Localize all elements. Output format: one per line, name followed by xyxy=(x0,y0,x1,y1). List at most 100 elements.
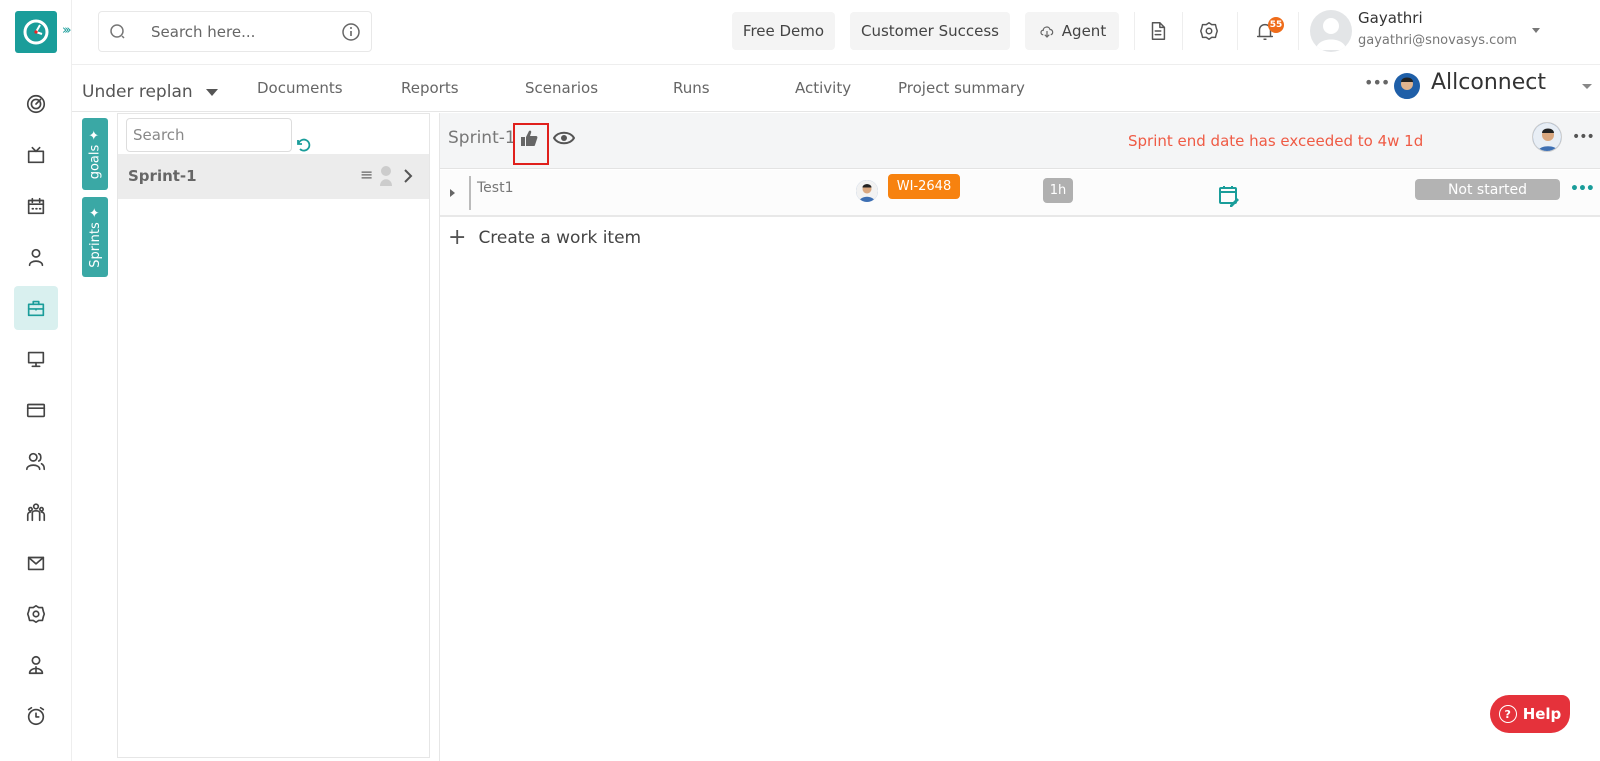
alarm-clock-icon xyxy=(27,706,45,726)
global-search-input[interactable]: Search here... xyxy=(98,11,372,52)
person-photo-icon xyxy=(1397,77,1417,99)
goals-text: goals xyxy=(87,144,103,179)
sprints-text: Sprints xyxy=(87,221,103,268)
user-icon xyxy=(28,248,44,267)
tab-activity[interactable]: Activity xyxy=(795,79,851,97)
search-placeholder: Search here... xyxy=(151,23,256,41)
project-subnav: Under replan Documents Reports Scenarios… xyxy=(72,65,1600,112)
work-item-divider xyxy=(469,176,471,210)
nav-mail[interactable] xyxy=(14,541,58,585)
sprint-owner-avatar[interactable] xyxy=(1532,122,1562,152)
tab-project-summary[interactable]: Project summary xyxy=(898,79,1025,97)
tab-scenarios[interactable]: Scenarios xyxy=(525,79,598,97)
expand-triangle-icon[interactable] xyxy=(450,189,455,197)
customer-success-button[interactable]: Customer Success xyxy=(850,12,1010,50)
person-photo-icon xyxy=(1533,123,1561,151)
tab-reports[interactable]: Reports xyxy=(401,79,459,97)
agent-button[interactable]: Agent xyxy=(1025,12,1119,50)
sprints-label: Sprints ✦ xyxy=(87,206,103,268)
nav-projects[interactable] xyxy=(14,286,58,330)
create-work-item-button[interactable]: + Create a work item xyxy=(448,227,641,249)
free-demo-button[interactable]: Free Demo xyxy=(732,12,835,50)
eye-icon[interactable] xyxy=(553,130,575,146)
create-work-item-label: Create a work item xyxy=(478,228,642,248)
work-item-row[interactable]: Test1 WI-2648 1h Not started ••• xyxy=(440,170,1600,217)
sprint-list-panel: Search Sprint-1 ≡ xyxy=(117,113,430,758)
free-demo-label: Free Demo xyxy=(742,22,825,40)
documents-button[interactable] xyxy=(1145,18,1171,44)
settings-button[interactable] xyxy=(1196,18,1222,44)
nav-employee[interactable] xyxy=(14,643,58,687)
nav-calendar[interactable] xyxy=(14,184,58,228)
assignee-placeholder-icon[interactable] xyxy=(376,164,396,186)
document-icon xyxy=(1151,22,1166,40)
nav-live[interactable] xyxy=(14,133,58,177)
goals-label: goals ✦ xyxy=(87,129,103,179)
top-header: Search here... Free Demo Customer Succes… xyxy=(72,0,1600,65)
user-name: Gayathri xyxy=(1358,9,1423,27)
nav-payments[interactable] xyxy=(14,388,58,432)
work-item-title[interactable]: Test1 xyxy=(477,180,513,196)
credit-card-icon xyxy=(26,403,46,418)
nav-teams[interactable] xyxy=(14,490,58,534)
edit-calendar-icon[interactable] xyxy=(1218,184,1240,208)
plus-icon: + xyxy=(448,225,467,250)
thumbs-up-icon[interactable] xyxy=(519,128,539,148)
work-item-estimate[interactable]: 1h xyxy=(1043,178,1073,203)
sprint-more-button[interactable]: ••• xyxy=(1572,129,1595,145)
sprints-side-tab[interactable]: Sprints ✦ xyxy=(82,197,108,277)
sprint-board: Sprint-1 Sprint end date has exceeded to… xyxy=(439,113,1600,761)
agent-label: Agent xyxy=(1061,22,1107,40)
work-item-assignee-avatar[interactable] xyxy=(856,180,878,202)
divider xyxy=(1298,12,1299,50)
info-icon[interactable] xyxy=(341,22,361,42)
caret-down-icon[interactable] xyxy=(206,89,218,96)
nav-users[interactable] xyxy=(14,439,58,483)
customer-success-label: Customer Success xyxy=(860,22,999,40)
refresh-icon[interactable] xyxy=(294,136,312,154)
work-item-more-button[interactable]: ••• xyxy=(1570,181,1595,197)
project-caret-icon[interactable] xyxy=(1582,84,1592,89)
tv-icon xyxy=(27,146,45,164)
tab-runs[interactable]: Runs xyxy=(673,79,710,97)
project-more-button[interactable]: ••• xyxy=(1364,73,1390,92)
left-nav-rail: ››› xyxy=(0,0,72,761)
sprint-title: Sprint-1 xyxy=(448,128,516,148)
briefcase-icon xyxy=(27,300,45,317)
users-icon xyxy=(26,452,46,471)
goals-side-tab[interactable]: goals ✦ xyxy=(82,118,108,190)
employee-icon xyxy=(28,655,44,675)
chevron-right-icon[interactable] xyxy=(401,166,415,186)
nav-settings[interactable] xyxy=(14,592,58,636)
question-circle-icon: ? xyxy=(1498,705,1517,723)
expand-sidebar-icon[interactable]: ››› xyxy=(62,23,71,38)
clock-logo-icon xyxy=(23,19,49,45)
nav-profile[interactable] xyxy=(14,235,58,279)
gear-icon xyxy=(26,604,46,624)
user-email: gayathri@snovasys.com xyxy=(1358,33,1517,48)
help-label: Help xyxy=(1522,705,1562,723)
sprint-list-item[interactable]: Sprint-1 ≡ xyxy=(118,154,429,199)
gear-icon xyxy=(1200,22,1218,40)
hamburger-menu-icon[interactable]: ≡ xyxy=(360,165,373,184)
mail-icon xyxy=(27,556,45,571)
sprint-search-input[interactable]: Search xyxy=(126,118,292,152)
work-item-status[interactable]: Not started xyxy=(1415,179,1560,200)
calendar-icon xyxy=(27,197,45,215)
divider xyxy=(1237,12,1238,50)
help-button[interactable]: ? Help xyxy=(1490,695,1570,733)
user-menu-caret-icon[interactable] xyxy=(1532,28,1540,33)
project-name[interactable]: Allconnect xyxy=(1431,70,1546,95)
user-avatar[interactable] xyxy=(1310,10,1352,52)
search-icon xyxy=(110,24,125,39)
nav-timer[interactable] xyxy=(14,694,58,738)
sprint-header: Sprint-1 Sprint end date has exceeded to… xyxy=(440,113,1600,169)
nav-dashboard[interactable] xyxy=(14,82,58,126)
project-status-select[interactable]: Under replan xyxy=(82,82,193,102)
work-item-id-badge[interactable]: WI-2648 xyxy=(888,174,960,199)
nav-monitor[interactable] xyxy=(14,337,58,381)
person-photo-icon xyxy=(856,180,878,202)
app-logo[interactable] xyxy=(15,11,57,53)
notification-count-badge: 55 xyxy=(1268,17,1284,33)
tab-documents[interactable]: Documents xyxy=(257,79,343,97)
